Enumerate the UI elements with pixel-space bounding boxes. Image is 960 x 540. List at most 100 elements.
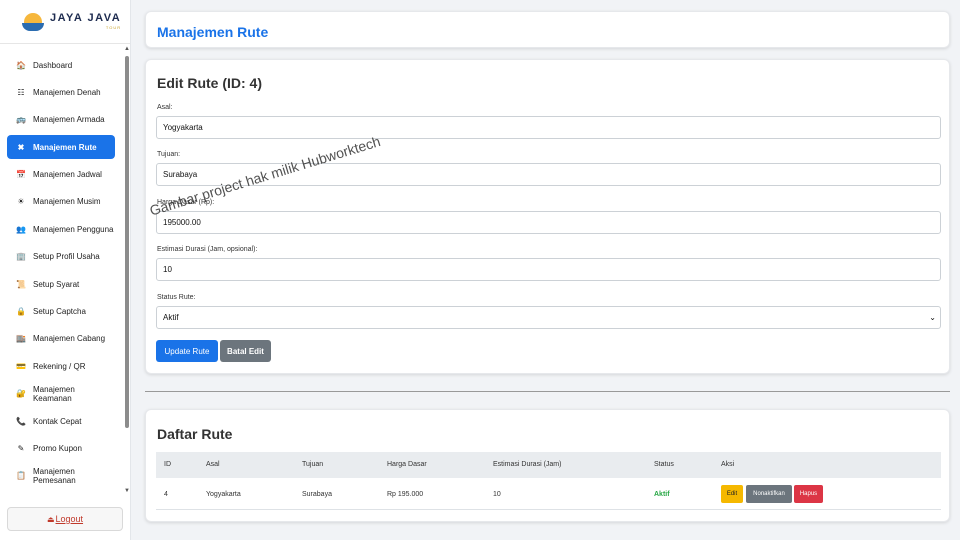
- sidebar-item-label: Manajemen Keamanan: [32, 384, 75, 403]
- sidebar-item-manajemen-musim[interactable]: ☀ Manajemen Musim: [7, 190, 115, 214]
- sidebar-item-label: Manajemen Pemesanan: [32, 466, 76, 485]
- col-aksi: Aksi: [721, 461, 735, 468]
- col-estimasi: Estimasi Durasi (Jam): [493, 461, 562, 468]
- season-icon: ☀: [17, 197, 25, 207]
- tujuan-label: Tujuan:: [157, 151, 181, 158]
- sidebar-item-label: Manajemen Pengguna: [33, 224, 114, 234]
- sidebar-item-label: Manajemen Rute: [33, 142, 97, 152]
- sidebar: JAYA JAVA TOUR 🏠 Dashboard ☷ Manajemen Dena…: [0, 0, 131, 540]
- status-value: Aktif: [163, 313, 179, 322]
- sidebar-item-setup-syarat[interactable]: 📜 Setup Syarat: [7, 272, 115, 296]
- sidebar-item-kontak-cepat[interactable]: 📞 Kontak Cepat: [7, 409, 115, 433]
- grid-icon: ☷: [17, 87, 25, 97]
- route-list-card: Daftar Rute ID Asal Tujuan Harga Dasar E…: [145, 409, 950, 522]
- col-id: ID: [164, 461, 171, 468]
- sidebar-item-manajemen-denah[interactable]: ☷ Manajemen Denah: [7, 80, 115, 104]
- sidebar-item-manajemen-cabang[interactable]: 🏬 Manajemen Cabang: [7, 327, 115, 351]
- brand-name: JAYA JAVA: [50, 12, 122, 24]
- sidebar-item-label: Setup Profil Usaha: [33, 252, 100, 262]
- table-header: ID Asal Tujuan Harga Dasar Estimasi Dura…: [156, 452, 941, 478]
- asal-label: Asal:: [157, 104, 173, 111]
- col-status: Status: [654, 461, 674, 468]
- status-select[interactable]: Aktif ⌄: [156, 306, 941, 329]
- lock-icon: 🔒: [16, 307, 26, 317]
- sidebar-item-label: Rekening / QR: [33, 361, 86, 371]
- clipboard-icon: 📋: [16, 471, 26, 481]
- sidebar-item-manajemen-pemesanan[interactable]: 📋 Manajemen Pemesanan: [7, 464, 115, 488]
- harga-input[interactable]: 195000.00: [156, 211, 941, 234]
- sidebar-item-label: Manajemen Denah: [33, 87, 101, 97]
- estimasi-input[interactable]: 10: [156, 258, 941, 281]
- harga-value: 195000.00: [163, 218, 201, 227]
- bus-icon: 🚌: [16, 115, 26, 125]
- scroll-down-icon[interactable]: ▼: [124, 488, 130, 494]
- list-title: Daftar Rute: [157, 426, 233, 442]
- cell-id: 4: [164, 491, 168, 498]
- sidebar-item-label: Kontak Cepat: [33, 416, 82, 426]
- edit-form-title: Edit Rute (ID: 4): [157, 75, 262, 91]
- edit-route-form: Edit Rute (ID: 4) Asal: Yogyakarta Tujua…: [145, 59, 950, 374]
- cell-harga: Rp 195.000: [387, 491, 424, 498]
- phone-icon: 📞: [16, 416, 26, 426]
- logout-icon: ⏏: [46, 514, 55, 524]
- sidebar-item-setup-captcha[interactable]: 🔒 Setup Captcha: [7, 300, 115, 324]
- row-delete-button[interactable]: Hapus: [794, 485, 823, 503]
- branch-icon: 🏬: [16, 334, 26, 344]
- brand-sub: TOUR: [105, 25, 122, 30]
- sidebar-item-label: Promo Kupon: [33, 443, 82, 453]
- estimasi-value: 10: [163, 265, 172, 274]
- sidebar-item-manajemen-jadwal[interactable]: 📅 Manajemen Jadwal: [7, 163, 115, 187]
- tools-icon: ✖: [17, 142, 25, 152]
- users-icon: 👥: [16, 224, 26, 234]
- brand-logo-icon: [22, 11, 44, 33]
- sidebar-item-label: Setup Syarat: [33, 279, 80, 289]
- cancel-edit-button[interactable]: Batal Edit: [220, 340, 271, 362]
- coupon-icon: ✎: [17, 443, 25, 453]
- estimasi-label: Estimasi Durasi (Jam, opsional):: [157, 246, 258, 253]
- sidebar-item-rekening-qr[interactable]: 💳 Rekening / QR: [7, 354, 115, 378]
- sidebar-item-setup-profil-usaha[interactable]: 🏢 Setup Profil Usaha: [7, 245, 115, 269]
- sidebar-item-label: Manajemen Cabang: [33, 334, 106, 344]
- sidebar-item-label: Manajemen Jadwal: [33, 170, 102, 180]
- status-label: Status Rute:: [157, 294, 196, 301]
- row-deactivate-button[interactable]: Nonaktifkan: [746, 485, 792, 503]
- calendar-icon: 📅: [16, 170, 26, 180]
- scroll-up-icon[interactable]: ▲: [124, 46, 130, 52]
- sidebar-item-label: Manajemen Musim: [33, 197, 101, 207]
- sidebar-scrollbar[interactable]: ▲ ▼: [123, 44, 131, 499]
- header-card: Manajemen Rute: [145, 11, 950, 48]
- col-asal: Asal: [206, 461, 220, 468]
- sidebar-item-manajemen-armada[interactable]: 🚌 Manajemen Armada: [7, 108, 115, 132]
- sidebar-item-manajemen-keamanan[interactable]: 🔐 Manajemen Keamanan: [7, 382, 115, 406]
- building-icon: 🏢: [16, 252, 26, 262]
- scroll-thumb[interactable]: [125, 56, 129, 428]
- sidebar-item-label: Dashboard: [33, 60, 73, 70]
- sidebar-item-label: Manajemen Armada: [33, 115, 105, 125]
- cell-tujuan: Surabaya: [302, 491, 332, 498]
- row-edit-button[interactable]: Edit: [721, 485, 743, 503]
- sidebar-item-label: Setup Captcha: [33, 307, 86, 317]
- chevron-down-icon: ⌄: [929, 313, 936, 322]
- card-icon: 💳: [16, 361, 26, 371]
- section-divider: [145, 391, 950, 392]
- status-badge: Aktif: [654, 491, 670, 498]
- asal-input[interactable]: Yogyakarta: [156, 116, 941, 139]
- cell-asal: Yogyakarta: [206, 491, 241, 498]
- brand: JAYA JAVA TOUR: [0, 0, 130, 44]
- sidebar-item-dashboard[interactable]: 🏠 Dashboard: [7, 53, 115, 77]
- cell-estimasi: 10: [493, 491, 501, 498]
- col-tujuan: Tujuan: [302, 461, 324, 468]
- scroll-icon: 📜: [16, 279, 26, 289]
- sidebar-nav: 🏠 Dashboard ☷ Manajemen Denah 🚌 Manajemen Arm…: [0, 53, 122, 491]
- home-icon: 🏠: [16, 60, 26, 70]
- sidebar-item-manajemen-pengguna[interactable]: 👥 Manajemen Pengguna: [7, 217, 115, 241]
- logout-label: Logout: [55, 514, 84, 524]
- logout-button[interactable]: ⏏ Logout: [7, 507, 123, 531]
- sidebar-item-manajemen-rute[interactable]: ✖ Manajemen Rute: [7, 135, 115, 160]
- page-title: Manajemen Rute: [157, 24, 269, 40]
- asal-value: Yogyakarta: [163, 123, 203, 132]
- update-route-button[interactable]: Update Rute: [156, 340, 218, 362]
- sidebar-item-promo-kupon[interactable]: ✎ Promo Kupon: [7, 436, 115, 460]
- tujuan-value: Surabaya: [163, 170, 198, 179]
- col-harga: Harga Dasar: [387, 461, 427, 468]
